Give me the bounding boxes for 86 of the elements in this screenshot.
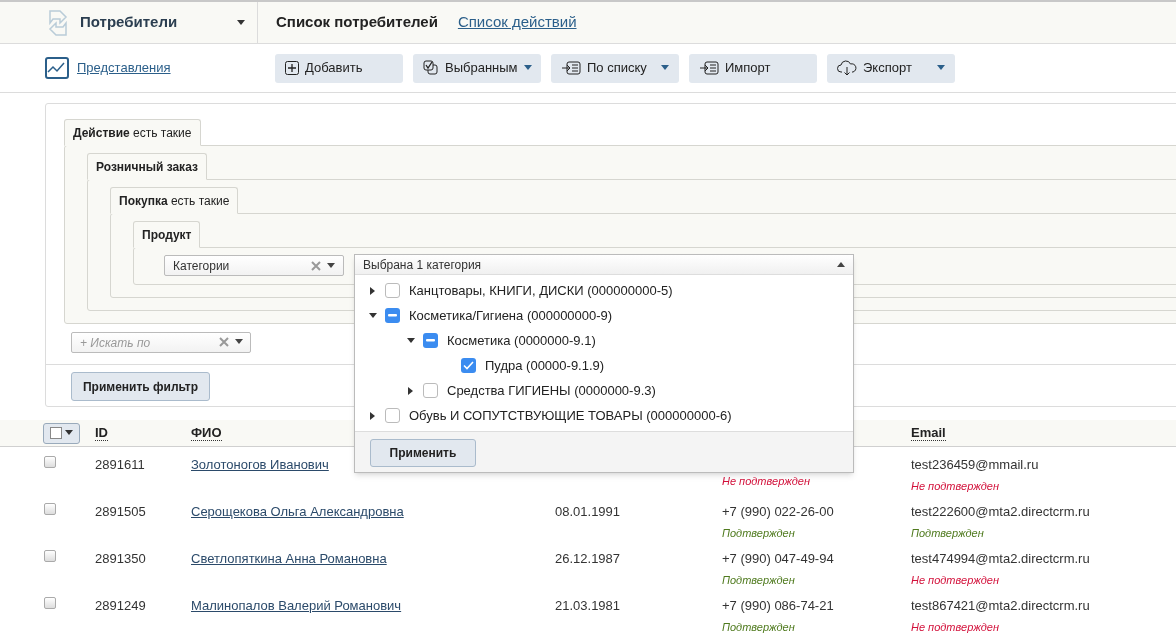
verification-status: Не подтвержден bbox=[911, 619, 999, 635]
column-header[interactable]: ID bbox=[95, 425, 108, 442]
toolbar-button[interactable]: По списку bbox=[551, 53, 679, 83]
id-cell: 2891505 bbox=[95, 504, 146, 519]
category-checkbox[interactable] bbox=[385, 283, 400, 298]
verification-status: Подтвержден bbox=[722, 525, 795, 541]
apply-filter-button[interactable]: Применить фильтр bbox=[71, 372, 210, 401]
minus-icon bbox=[388, 314, 397, 317]
category-tree-item[interactable]: Канцтовары, КНИГИ, ДИСКИ (000000000-5) bbox=[355, 278, 853, 303]
minus-icon bbox=[426, 339, 435, 342]
customer-name-link[interactable]: Светлопяткина Анна Романовна bbox=[191, 551, 387, 566]
checkbox-stack-icon bbox=[423, 60, 439, 76]
category-tree-item[interactable]: Косметика/Гигиена (000000000-9) bbox=[355, 303, 853, 328]
toolbar-button[interactable]: Импорт bbox=[689, 53, 817, 83]
category-tree-item[interactable]: Средства ГИГИЕНЫ (0000000-9.3) bbox=[355, 378, 853, 403]
category-tree-item[interactable]: Обувь И СОПУТСТВУЮЩИЕ ТОВАРЫ (000000000-6) bbox=[355, 403, 853, 428]
phone-cell-text: +7 (990) 047-49-94 bbox=[722, 550, 834, 568]
condition-tab[interactable]: Покупка есть такие bbox=[110, 187, 239, 214]
category-checkbox[interactable] bbox=[423, 333, 438, 348]
app-menu[interactable]: Потребители bbox=[0, 2, 258, 43]
cloud-download-icon bbox=[837, 60, 857, 76]
row-checkbox[interactable] bbox=[44, 456, 56, 468]
check-icon bbox=[463, 361, 474, 370]
customer-name-link[interactable]: Серощекова Ольга Александровна bbox=[191, 504, 404, 519]
collapsed-caret-icon[interactable] bbox=[369, 286, 376, 295]
page-tab[interactable]: Список потребителей bbox=[276, 11, 438, 34]
email-cell-text: test222600@mta2.directcrm.ru bbox=[911, 503, 1090, 521]
toolbar-button[interactable]: Выбранным bbox=[413, 53, 541, 83]
caret-icon bbox=[235, 338, 243, 346]
toolbar-button[interactable]: Экспорт bbox=[827, 53, 955, 83]
category-tree-item[interactable]: Косметика (0000000-9.1) bbox=[355, 328, 853, 353]
category-checkbox[interactable] bbox=[385, 408, 400, 423]
condition-tab[interactable]: Продукт bbox=[133, 221, 201, 248]
collapsed-caret-icon[interactable] bbox=[369, 411, 376, 420]
caret-icon bbox=[327, 261, 335, 270]
category-select[interactable]: Категории bbox=[164, 255, 344, 276]
clear-icon bbox=[311, 260, 321, 271]
category-checkbox[interactable] bbox=[385, 308, 400, 323]
search-field[interactable]: + Искать по bbox=[71, 332, 251, 353]
verification-status: Подтвержден bbox=[722, 619, 795, 635]
email-cell-text: test867421@mta2.directcrm.ru bbox=[911, 597, 1090, 615]
caret-icon bbox=[237, 18, 245, 27]
expanded-caret-icon[interactable] bbox=[407, 336, 415, 345]
import-list-icon bbox=[699, 61, 719, 75]
page-tab[interactable]: Список действий bbox=[457, 11, 577, 34]
verification-status: Не подтвержден bbox=[722, 474, 810, 489]
category-checkbox[interactable] bbox=[423, 383, 438, 398]
column-header[interactable]: Email bbox=[911, 425, 946, 442]
condition-tab[interactable]: Действие есть такие bbox=[64, 119, 201, 146]
collapsed-caret-icon[interactable] bbox=[407, 386, 414, 395]
row-checkbox[interactable] bbox=[44, 503, 56, 515]
column-header[interactable]: ФИО bbox=[191, 425, 222, 442]
verification-status: Не подтвержден bbox=[911, 572, 999, 588]
id-cell: 2891350 bbox=[95, 551, 146, 566]
app-menu-title: Потребители bbox=[80, 12, 179, 33]
birth-date-cell: 08.01.1991 bbox=[555, 504, 621, 519]
apply-categories-button[interactable]: Применить bbox=[370, 439, 476, 467]
import-list-icon bbox=[561, 61, 581, 75]
customer-name-link[interactable]: Малинопалов Валерий Романович bbox=[191, 598, 402, 613]
toolbar-button[interactable]: Добавить bbox=[275, 53, 403, 83]
birth-date-cell: 21.03.1981 bbox=[555, 598, 621, 613]
birth-date-cell: 26.12.1987 bbox=[555, 551, 621, 566]
chart-icon bbox=[45, 57, 69, 79]
category-dropdown-header[interactable]: Выбрана 1 категория bbox=[355, 255, 853, 275]
category-tree-item[interactable]: Пудра (00000-9.1.9) bbox=[355, 353, 853, 378]
row-checkbox[interactable] bbox=[44, 597, 56, 609]
customer-name-link[interactable]: Золотоногов Иванович bbox=[191, 457, 329, 472]
caret-icon bbox=[837, 260, 845, 269]
category-checkbox[interactable] bbox=[461, 358, 476, 373]
clear-icon bbox=[219, 337, 229, 347]
verification-status: Не подтвержден bbox=[911, 478, 999, 494]
phone-cell-text: +7 (990) 086-74-21 bbox=[722, 597, 834, 615]
email-cell-text: test474994@mta2.directcrm.ru bbox=[911, 550, 1090, 568]
id-cell: 2891611 bbox=[95, 457, 145, 472]
condition-tab[interactable]: Розничный заказ bbox=[87, 153, 207, 180]
id-cell: 2891249 bbox=[95, 598, 146, 613]
caret-icon bbox=[65, 429, 73, 437]
row-checkbox[interactable] bbox=[44, 550, 56, 562]
select-all-checkbox[interactable] bbox=[43, 422, 80, 444]
views-link[interactable]: Представления bbox=[77, 58, 171, 78]
verification-status: Подтвержден bbox=[722, 572, 795, 588]
phone-cell-text: +7 (990) 022-26-00 bbox=[722, 503, 834, 521]
email-cell-text: test236459@mmail.ru bbox=[911, 456, 1039, 474]
plus-icon bbox=[285, 61, 299, 75]
verification-status: Подтвержден bbox=[911, 525, 984, 541]
expanded-caret-icon[interactable] bbox=[369, 311, 377, 320]
